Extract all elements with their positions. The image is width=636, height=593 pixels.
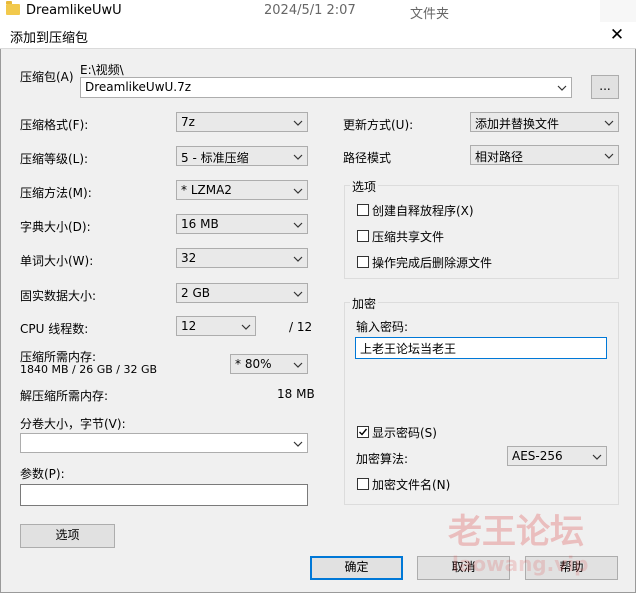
archive-name-combo[interactable]: DreamlikeUwU.7z xyxy=(80,77,572,98)
chevron-down-icon xyxy=(293,360,303,370)
checkbox-show-password[interactable] xyxy=(357,426,369,438)
chevron-down-icon xyxy=(293,118,303,128)
path-mode-label: 路径模式 xyxy=(343,151,392,165)
word-size-label: 单词大小(W): xyxy=(20,254,94,268)
format-value: 7z xyxy=(181,115,195,129)
shared-label: 压缩共享文件 xyxy=(372,230,445,244)
password-label: 输入密码: xyxy=(356,320,409,334)
password-input[interactable]: 上老王论坛当老王 xyxy=(355,337,607,359)
chevron-down-icon xyxy=(557,83,567,93)
encryption-group-title: 加密 xyxy=(350,295,379,312)
memory-usage-select[interactable]: * 80% xyxy=(230,354,308,374)
checkmark-icon xyxy=(359,428,368,436)
watermark-url: laowang.vip xyxy=(452,552,589,576)
chevron-down-icon xyxy=(293,186,303,196)
options-button[interactable]: 选项 xyxy=(20,524,115,548)
background-file-date: 2024/5/1 2:07 xyxy=(264,3,356,18)
memory-usage-value: * 80% xyxy=(235,357,272,371)
word-size-select[interactable]: 32 xyxy=(176,248,308,268)
solid-block-select[interactable]: 2 GB xyxy=(176,283,308,303)
update-mode-label: 更新方式(U): xyxy=(343,118,414,132)
method-select[interactable]: * LZMA2 xyxy=(176,180,308,200)
encryption-method-select[interactable]: AES-256 xyxy=(507,446,607,466)
method-label: 压缩方法(M): xyxy=(20,186,92,200)
chevron-down-icon xyxy=(241,322,251,332)
level-select[interactable]: 5 - 标准压缩 xyxy=(176,146,308,166)
chevron-down-icon xyxy=(293,152,303,162)
encryption-method-label: 加密算法: xyxy=(356,452,409,466)
split-volume-label: 分卷大小，字节(V): xyxy=(20,417,126,431)
format-label: 压缩格式(F): xyxy=(20,118,89,132)
archive-name-value: DreamlikeUwU.7z xyxy=(85,80,192,94)
dialog-titlebar xyxy=(0,22,636,49)
options-group-title: 选项 xyxy=(350,178,379,195)
memory-detail: 1840 MB / 26 GB / 32 GB xyxy=(20,363,158,376)
chevron-down-icon xyxy=(293,254,303,264)
threads-label: CPU 线程数: xyxy=(20,322,89,336)
watermark-logo: 老王论坛 xyxy=(448,512,584,552)
update-mode-select[interactable]: 添加并替换文件 xyxy=(470,112,619,132)
chevron-down-icon xyxy=(592,452,602,462)
dictionary-value: 16 MB xyxy=(181,217,219,231)
threads-max: / 12 xyxy=(289,320,313,334)
chevron-down-icon xyxy=(293,439,303,449)
path-mode-value: 相对路径 xyxy=(475,150,524,164)
chevron-down-icon xyxy=(293,289,303,299)
level-label: 压缩等级(L): xyxy=(20,152,89,166)
decompress-memory-label: 解压缩所需内存: xyxy=(20,389,109,403)
path-mode-select[interactable]: 相对路径 xyxy=(470,145,619,165)
sfx-label: 创建自释放程序(X) xyxy=(372,204,474,218)
browse-button[interactable]: ... xyxy=(591,75,619,99)
solid-block-label: 固实数据大小: xyxy=(20,289,97,303)
dialog-title: 添加到压缩包 xyxy=(10,31,89,46)
encryption-method-value: AES-256 xyxy=(512,449,563,463)
level-value: 5 - 标准压缩 xyxy=(181,151,249,165)
update-mode-value: 添加并替换文件 xyxy=(475,117,560,131)
folder-icon xyxy=(6,1,20,15)
background-file-type: 文件夹 xyxy=(410,7,450,22)
close-button[interactable]: ✕ xyxy=(604,24,630,46)
chevron-down-icon xyxy=(604,151,614,161)
chevron-down-icon xyxy=(293,220,303,230)
background-file-name: DreamlikeUwU xyxy=(26,3,122,18)
word-size-value: 32 xyxy=(181,251,197,265)
show-password-label: 显示密码(S) xyxy=(372,426,437,440)
dictionary-label: 字典大小(D): xyxy=(20,220,91,234)
background-scroll-area xyxy=(600,0,636,22)
decompress-memory-value: 18 MB xyxy=(277,387,315,401)
delete-after-label: 操作完成后删除源文件 xyxy=(372,256,493,270)
checkbox-encrypt-names[interactable] xyxy=(357,478,369,490)
method-value: * LZMA2 xyxy=(181,183,232,197)
dictionary-select[interactable]: 16 MB xyxy=(176,214,308,234)
format-select[interactable]: 7z xyxy=(176,112,308,132)
split-volume-combo[interactable] xyxy=(20,433,308,453)
threads-select[interactable]: 12 xyxy=(176,316,256,336)
checkbox-shared[interactable] xyxy=(357,230,369,242)
encrypt-names-label: 加密文件名(N) xyxy=(372,478,451,492)
parameters-label: 参数(P): xyxy=(20,467,65,481)
archive-label: 压缩包(A) xyxy=(20,70,74,84)
checkbox-delete-after[interactable] xyxy=(357,256,369,268)
parameters-input[interactable] xyxy=(20,484,308,506)
threads-value: 12 xyxy=(181,319,197,333)
solid-block-value: 2 GB xyxy=(181,286,210,300)
archive-path: E:\视频\ xyxy=(80,63,124,77)
ok-button[interactable]: 确定 xyxy=(310,556,403,580)
chevron-down-icon xyxy=(604,118,614,128)
checkbox-sfx[interactable] xyxy=(357,204,369,216)
